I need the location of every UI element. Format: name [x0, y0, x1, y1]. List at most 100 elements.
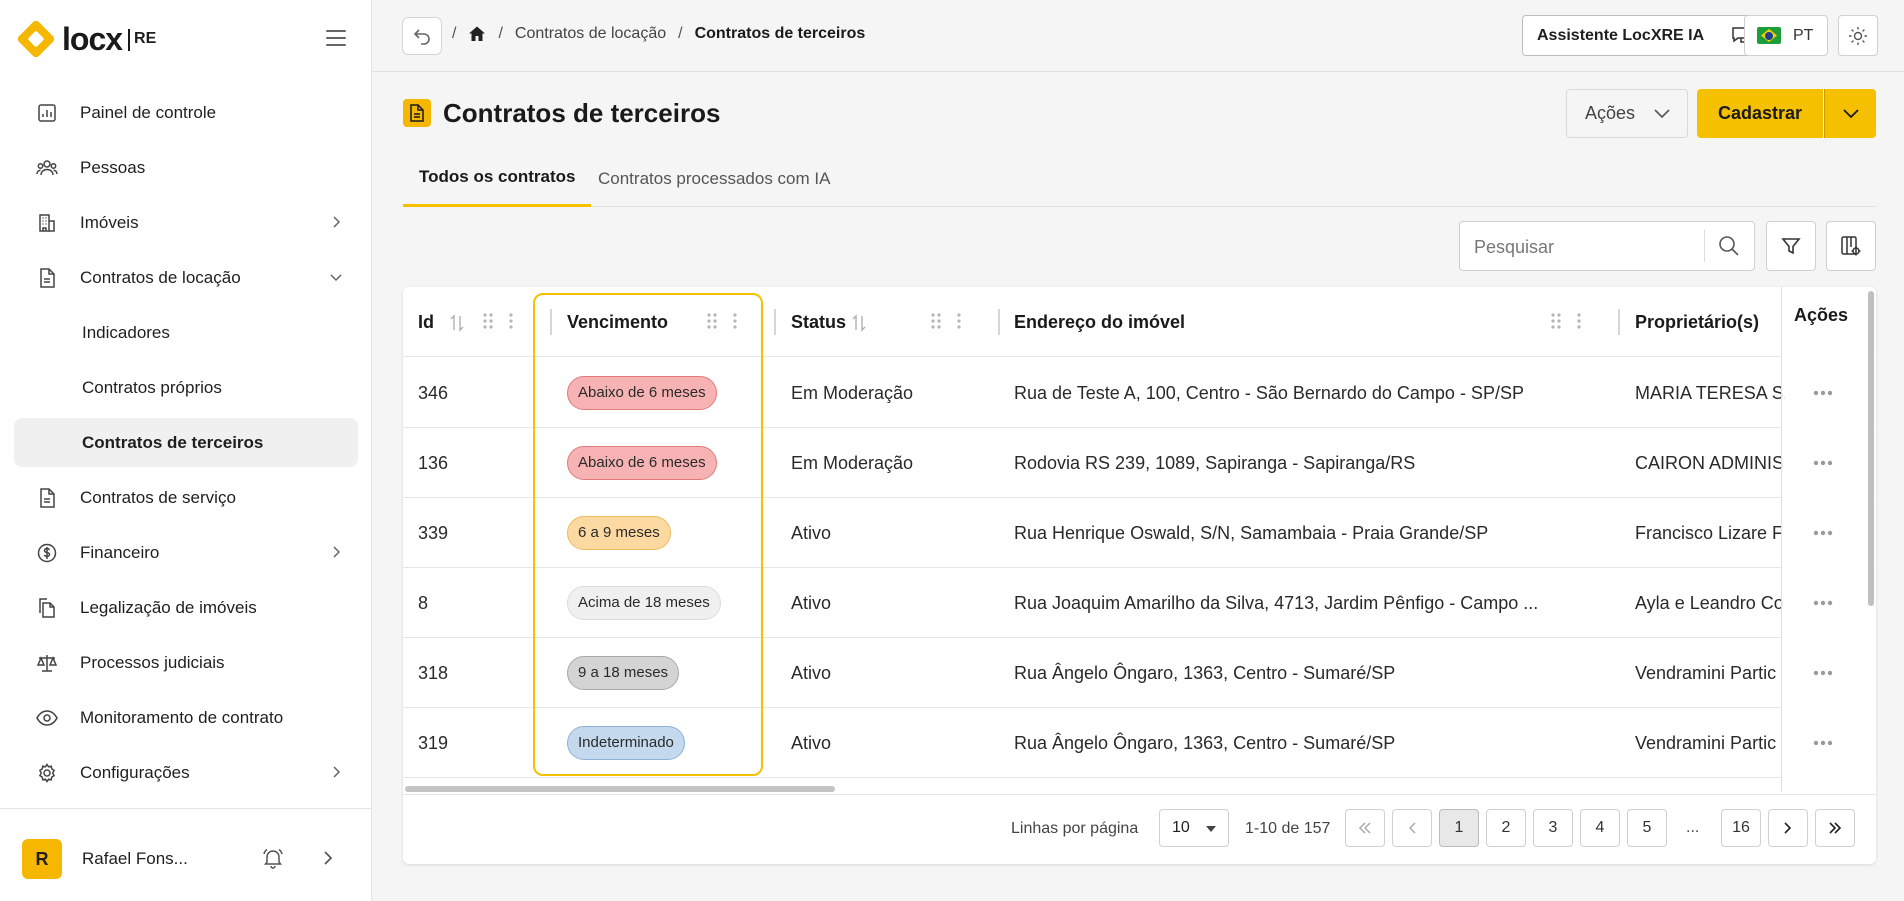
theme-toggle-button[interactable]	[1838, 15, 1878, 56]
menu-toggle-icon[interactable]	[326, 30, 346, 46]
table-row[interactable]: 318 9 a 18 meses Ativo Rua Ângelo Ôngaro, 1…	[403, 638, 1876, 708]
create-dropdown-button[interactable]	[1824, 89, 1876, 138]
sidebar-item-processos[interactable]: Processos judiciais	[14, 638, 358, 687]
page-button[interactable]: 2	[1486, 809, 1526, 847]
user-name[interactable]: Rafael Fons...	[82, 849, 188, 869]
chevron-down-icon	[330, 274, 342, 282]
sidebar-item-legalizacao[interactable]: Legalização de imóveis	[14, 583, 358, 632]
tab-todos-contratos[interactable]: Todos os contratos	[403, 150, 592, 207]
chart-icon	[36, 102, 58, 124]
sidebar-item-financeiro[interactable]: Financeiro	[14, 528, 358, 577]
sidebar-item-label: Contratos de serviço	[80, 487, 236, 507]
sidebar-item-monitoramento[interactable]: Monitoramento de contrato	[14, 693, 358, 742]
pagination: Linhas por página 10 1-10 de 157 1 2 3 4…	[403, 794, 1876, 864]
sidebar-nav: Painel de controle Pessoas Imóveis Contr…	[14, 88, 358, 803]
drag-handle-icon[interactable]	[483, 312, 493, 330]
row-more-icon[interactable]	[1813, 740, 1833, 746]
sidebar-item-label: Indicadores	[82, 322, 170, 342]
table-row[interactable]: 339 6 a 9 meses Ativo Rua Henrique Oswald, …	[403, 498, 1876, 568]
next-page-button[interactable]	[1768, 809, 1808, 847]
page-button[interactable]: 1	[1439, 809, 1479, 847]
sidebar-item-pessoas[interactable]: Pessoas	[14, 143, 358, 192]
column-menu-icon[interactable]	[733, 312, 737, 330]
home-icon[interactable]	[468, 25, 486, 43]
last-page-button[interactable]	[1815, 809, 1855, 847]
sidebar-item-painel[interactable]: Painel de controle	[14, 88, 358, 137]
row-more-icon[interactable]	[1813, 460, 1833, 466]
breadcrumb-parent[interactable]: Contratos de locação	[515, 25, 666, 43]
bell-icon[interactable]	[262, 847, 284, 869]
sidebar-item-contratos-proprios[interactable]: Contratos próprios	[14, 363, 358, 412]
search-icon[interactable]	[1718, 235, 1740, 257]
row-more-icon[interactable]	[1813, 390, 1833, 396]
first-page-button[interactable]	[1345, 809, 1385, 847]
drag-handle-icon[interactable]	[707, 312, 717, 330]
actions-dropdown-button[interactable]: Ações	[1566, 89, 1688, 138]
horizontal-scrollbar[interactable]	[405, 786, 835, 792]
top-bar: / / Contratos de locação / Contratos de …	[372, 0, 1904, 72]
sidebar-item-label: Financeiro	[80, 542, 160, 562]
sidebar-item-contratos-locacao[interactable]: Contratos de locação	[14, 253, 358, 302]
rows-per-page-select[interactable]: 10	[1159, 809, 1229, 847]
page-button-last[interactable]: 16	[1721, 809, 1761, 847]
sidebar-item-label: Configurações	[80, 762, 190, 782]
vencimento-badge: Abaixo de 6 meses	[567, 446, 717, 480]
sidebar-item-configuracoes[interactable]: Configurações	[14, 748, 358, 797]
chevron-down-icon	[1842, 108, 1859, 118]
chevron-down-icon	[1654, 109, 1670, 119]
column-header-proprietario[interactable]: Proprietário(s)	[1635, 287, 1759, 357]
table-row[interactable]: 319 Indeterminado Ativo Rua Ângelo Ôngaro, …	[403, 708, 1876, 778]
column-menu-icon[interactable]	[1577, 312, 1581, 330]
filter-button[interactable]	[1766, 221, 1816, 271]
back-button[interactable]	[402, 17, 442, 55]
page-title: Contratos de terceiros	[443, 98, 721, 128]
sidebar-item-imoveis[interactable]: Imóveis	[14, 198, 358, 247]
assistant-button[interactable]: Assistente LocXRE IA	[1522, 15, 1768, 56]
document-icon	[36, 267, 58, 289]
row-more-icon[interactable]	[1813, 530, 1833, 536]
cell-id: 319	[418, 732, 449, 753]
sidebar-item-label: Contratos próprios	[82, 377, 222, 397]
column-header-vencimento[interactable]: Vencimento	[567, 287, 668, 357]
cell-proprietario: CAIRON ADMINIS	[1635, 452, 1785, 473]
drag-handle-icon[interactable]	[1551, 312, 1561, 330]
people-icon	[36, 157, 58, 179]
vertical-scrollbar[interactable]	[1868, 291, 1874, 606]
column-header-endereco[interactable]: Endereço do imóvel	[1014, 287, 1185, 357]
drag-handle-icon[interactable]	[931, 312, 941, 330]
page-button[interactable]: 3	[1533, 809, 1573, 847]
documents-icon	[36, 597, 58, 619]
page-button[interactable]: 5	[1627, 809, 1667, 847]
tab-contratos-ia[interactable]: Contratos processados com IA	[582, 150, 846, 207]
prev-page-button[interactable]	[1392, 809, 1432, 847]
sort-icon[interactable]	[852, 314, 866, 332]
column-header-id[interactable]: Id	[418, 287, 434, 357]
contracts-table: Id Vencimento Status Endereço do imóvel …	[403, 287, 1876, 864]
cell-endereco: Rodovia RS 239, 1089, Sapiranga - Sapira…	[1014, 452, 1416, 473]
table-row[interactable]: 8 Acima de 18 meses Ativo Rua Joaquim Amari…	[403, 568, 1876, 638]
logo[interactable]: locx RE	[16, 18, 156, 60]
language-selector[interactable]: PT	[1744, 15, 1828, 56]
row-more-icon[interactable]	[1813, 670, 1833, 676]
page-document-icon	[403, 99, 431, 127]
sidebar-item-contratos-servico[interactable]: Contratos de serviço	[14, 473, 358, 522]
column-menu-icon[interactable]	[509, 312, 513, 330]
sort-icon[interactable]	[450, 314, 464, 332]
cell-endereco: Rua Ângelo Ôngaro, 1363, Centro - Sumaré…	[1014, 662, 1396, 683]
cell-vencimento: Abaixo de 6 meses	[567, 358, 767, 428]
page-button[interactable]: 4	[1580, 809, 1620, 847]
cell-status: Em Moderação	[791, 452, 914, 473]
table-row[interactable]: 136 Abaixo de 6 meses Em Moderação Rodovia …	[403, 428, 1876, 498]
chevron-right-icon[interactable]	[318, 849, 336, 867]
search-input[interactable]	[1474, 234, 1694, 260]
sidebar-item-contratos-terceiros[interactable]: Contratos de terceiros	[14, 418, 358, 467]
columns-settings-button[interactable]	[1826, 221, 1876, 271]
row-more-icon[interactable]	[1813, 600, 1833, 606]
breadcrumb: / / Contratos de locação / Contratos de …	[452, 25, 865, 43]
column-menu-icon[interactable]	[957, 312, 961, 330]
create-button[interactable]: Cadastrar	[1697, 89, 1823, 138]
table-row[interactable]: 346 Abaixo de 6 meses Em Moderação Rua de T…	[403, 358, 1876, 428]
sidebar-item-indicadores[interactable]: Indicadores	[14, 308, 358, 357]
column-header-status[interactable]: Status	[791, 287, 846, 357]
avatar[interactable]: R	[22, 839, 62, 879]
